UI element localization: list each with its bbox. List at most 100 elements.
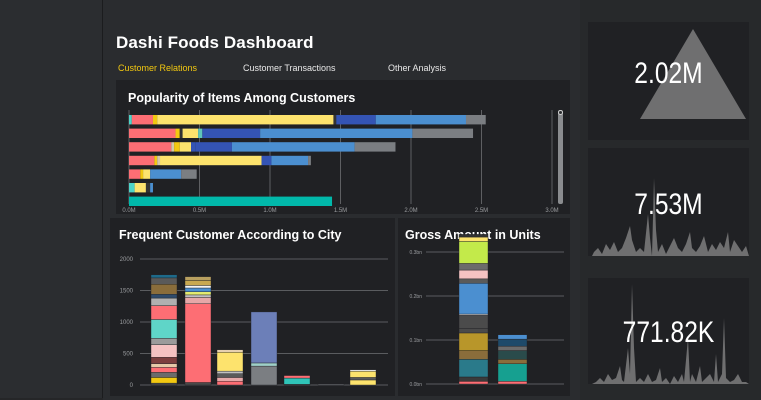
bar-segment — [283, 375, 311, 379]
kpi-value-2: 7.53M — [634, 188, 703, 221]
bar-segment — [150, 377, 178, 384]
bar-segment — [150, 363, 178, 368]
bar-segment — [458, 376, 489, 382]
bar-segment — [216, 349, 244, 353]
tab-other-analysis[interactable]: Other Analysis — [388, 63, 446, 73]
bar-segment — [458, 315, 489, 329]
bar-segment — [458, 359, 489, 378]
bar-segment — [497, 334, 528, 340]
x-tick-label: 2.5M — [475, 208, 488, 214]
tab-customer-transactions[interactable]: Customer Transactions — [243, 63, 336, 73]
bar-segment — [231, 142, 355, 152]
popularity-chart: 0.0M 0.5M 1.0M 1.5M 2.0M 2.5M 3.0M — [122, 110, 559, 214]
bar-segment — [184, 287, 212, 292]
bar-segment — [179, 142, 192, 152]
y-tick-label: 1500 — [120, 289, 134, 295]
bar-segment — [134, 183, 146, 193]
bar-segment — [458, 332, 489, 351]
bar-segment — [465, 115, 486, 125]
bar-segment — [458, 241, 489, 264]
bar-segment — [250, 365, 278, 386]
bar-segment — [179, 128, 183, 138]
bar-segment — [150, 183, 153, 193]
bar-segment — [184, 294, 212, 298]
bar-segment — [150, 357, 178, 364]
bar-segment — [216, 352, 244, 372]
x-tick-label: 2.0M — [404, 208, 417, 214]
gross-chart: 0.3bn 0.2bn 0.1bn 0.0bn — [409, 234, 564, 388]
bar-segment — [129, 142, 172, 152]
bar-segment — [150, 344, 178, 358]
bar-segment — [175, 128, 180, 138]
bar-segment — [160, 155, 262, 166]
y-tick-label: 0.0bn — [409, 382, 422, 388]
bar-segment — [181, 169, 197, 179]
bar-segment — [349, 379, 377, 386]
bar-segment — [349, 370, 377, 378]
tab-customer-relations[interactable]: Customer Relations — [118, 63, 197, 73]
bar-segment — [129, 155, 155, 166]
bar-segment — [458, 328, 489, 334]
bar-segment — [129, 115, 132, 125]
bar-segment — [497, 338, 528, 347]
kpi-card-2: 7.53M — [588, 148, 749, 256]
bar-segment — [150, 319, 178, 339]
y-tick-label: 0.3bn — [409, 250, 422, 256]
bar-segment — [129, 128, 176, 138]
bar-segment — [150, 382, 178, 386]
bar-segment — [184, 276, 212, 281]
bar-segment — [171, 142, 175, 152]
bar-segment — [497, 345, 528, 351]
bar-segment — [152, 115, 158, 125]
bar-segment — [131, 115, 153, 125]
bar-segment — [349, 369, 377, 372]
bar-segment — [308, 155, 311, 166]
bar-segment — [157, 155, 161, 166]
nav-sidebar — [0, 0, 103, 398]
kpi-card-1: 2.02M — [588, 22, 749, 140]
bar-segment — [157, 115, 334, 125]
x-tick-label: 1.0M — [263, 208, 276, 214]
bar-segment — [260, 128, 413, 138]
gross-chart-panel: Gross Amount in Units 0.3bn0.2bn0.1bn0.0… — [398, 218, 570, 396]
y-tick-label: 0.1bn — [409, 338, 422, 344]
scrollbar-handle[interactable] — [558, 110, 563, 115]
bar-segment — [129, 196, 333, 206]
y-tick-label: 0.2bn — [409, 294, 422, 300]
bar-segment — [129, 183, 135, 193]
bar-segment — [150, 338, 178, 345]
bar-segment — [150, 367, 178, 373]
bar-segment — [412, 128, 474, 138]
kpi-card-3: 771.82K — [588, 278, 749, 384]
bar-segment — [317, 383, 345, 386]
x-tick-label: 3.0M — [545, 208, 558, 214]
bar-segment — [143, 169, 151, 179]
bar-segment — [150, 372, 178, 378]
bar-segment — [184, 291, 212, 296]
bar-segment — [129, 169, 141, 179]
bar-segment — [216, 373, 244, 378]
bar-segment — [458, 236, 489, 242]
y-tick-label: 2000 — [120, 257, 134, 263]
bar-segment — [333, 115, 337, 125]
bar-segment — [497, 359, 528, 364]
bar-segment — [150, 274, 178, 279]
bar-segment — [458, 283, 489, 315]
bar-segment — [150, 305, 178, 320]
bar-segment — [354, 142, 396, 152]
bar-segment — [497, 381, 528, 385]
x-tick-label: 0.5M — [193, 208, 206, 214]
bar-segment — [458, 278, 489, 284]
popularity-chart-panel: Popularity of Items Among Customers 0.0M… — [116, 80, 570, 214]
bar-segment — [271, 155, 309, 166]
bar-segment — [150, 294, 178, 299]
bar-segment — [458, 381, 489, 385]
bar-segment — [174, 142, 180, 152]
x-tick-label: 1.5M — [334, 208, 347, 214]
chart-scrollbar[interactable] — [558, 110, 563, 204]
kpi-value-3: 771.82K — [622, 316, 715, 349]
bar-segment — [458, 263, 489, 271]
kpi-value-1: 2.02M — [634, 57, 703, 90]
bar-segment — [216, 377, 244, 382]
bar-segment — [150, 297, 178, 306]
